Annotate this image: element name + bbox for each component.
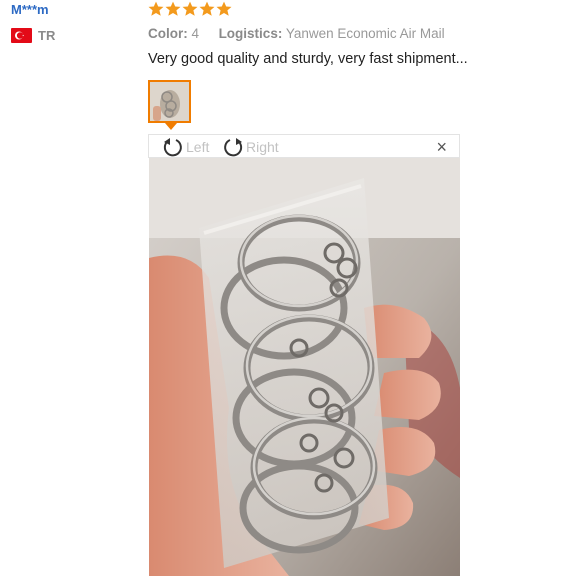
rotate-right-icon (224, 138, 243, 157)
star-icon (182, 1, 198, 16)
rotate-left-button[interactable]: Left (161, 137, 209, 157)
rotate-left-label: Left (186, 139, 210, 155)
country-code: TR (38, 28, 56, 43)
rotate-left-icon (163, 138, 182, 157)
star-icon (148, 1, 164, 16)
rotate-right-button[interactable]: Right (221, 137, 279, 157)
color-value: 4 (191, 26, 200, 41)
image-viewer-toolbar: Left Right × (148, 134, 460, 158)
rotate-right-label: Right (246, 139, 279, 155)
star-icon (216, 1, 232, 16)
star-icon (165, 1, 181, 16)
rating-stars (148, 1, 232, 17)
thumbnail-pointer (165, 123, 177, 130)
logistics-value: Yanwen Economic Air Mail (285, 26, 445, 41)
user-name: M***m (11, 2, 49, 17)
logistics-label: Logistics: (218, 26, 283, 41)
review-photo-large (149, 158, 460, 576)
color-label: Color: (148, 26, 188, 41)
review-meta: Color: 4 Logistics: Yanwen Economic Air … (148, 26, 445, 41)
country: TR (11, 28, 55, 43)
review-photo-thumbnail[interactable] (148, 80, 191, 123)
star-icon (199, 1, 215, 16)
review-text: Very good quality and sturdy, very fast … (148, 51, 468, 67)
turkey-flag-icon (11, 28, 32, 43)
close-icon[interactable]: × (436, 137, 447, 157)
